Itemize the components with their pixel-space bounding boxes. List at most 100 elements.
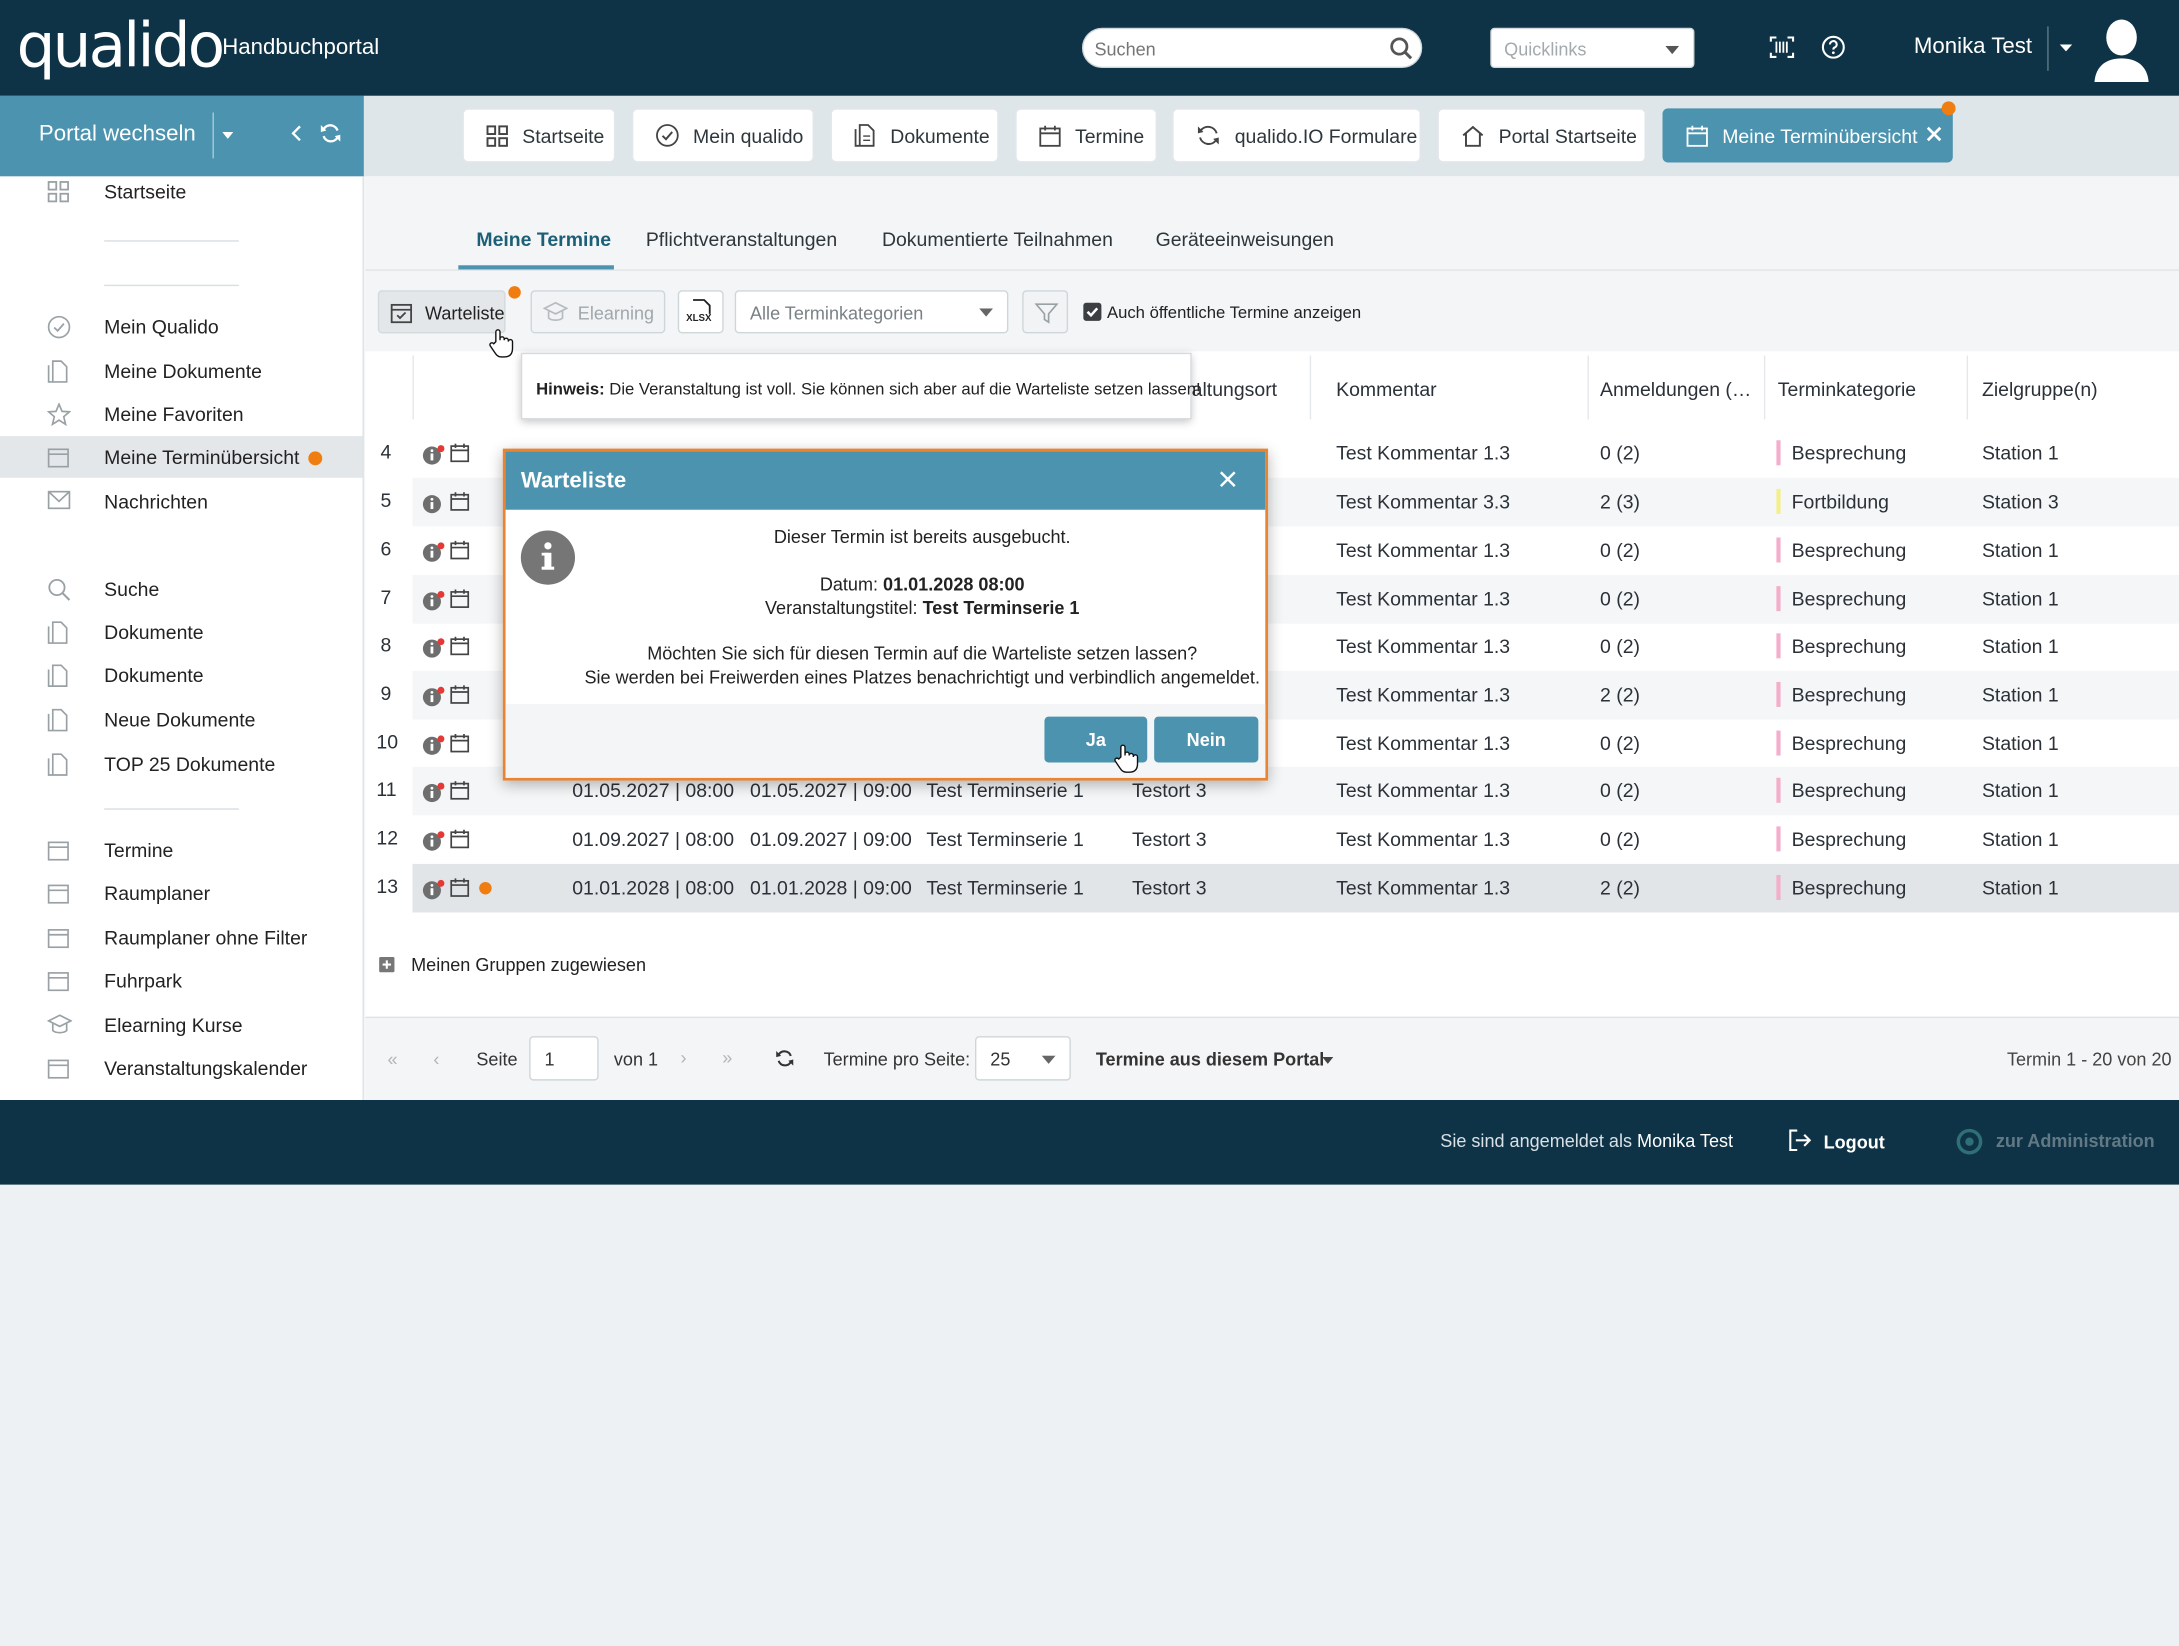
public-appointments-checkbox[interactable] [1083, 302, 1102, 321]
page-input[interactable]: 1 [529, 1036, 599, 1081]
cell-zielgruppe: Station 1 [1981, 634, 2059, 657]
info-icon[interactable] [422, 879, 445, 901]
info-icon[interactable] [422, 542, 445, 564]
sidebar-item-mein-qualido[interactable]: Mein Qualido [0, 306, 363, 348]
export-xlsx-button[interactable]: XLSX [677, 290, 724, 334]
tab-geraeteeinweisungen[interactable]: Geräteeinweisungen [1156, 228, 1334, 250]
elearning-button[interactable]: Elearning [530, 290, 666, 334]
column-header-zielgruppe[interactable]: Zielgruppe(n) [1982, 378, 2098, 400]
nav-qualido-io-formulare[interactable]: qualido.IO Formulare [1172, 108, 1421, 163]
close-icon[interactable] [1219, 471, 1236, 488]
sidebar-item-raumplaner-ohne-filter[interactable]: Raumplaner ohne Filter [0, 917, 363, 959]
logout-icon[interactable] [1788, 1129, 1813, 1152]
sidebar-item-elearning-kurse[interactable]: Elearning Kurse [0, 1004, 363, 1046]
calendar-icon[interactable] [450, 685, 470, 704]
column-header-anmeldungen[interactable]: Anmeldungen (… [1600, 378, 1751, 400]
sidebar-item-label: Fuhrpark [104, 969, 182, 992]
sidebar-item-fuhrpark[interactable]: Fuhrpark [0, 960, 363, 1002]
sidebar-item-meine-terminuebersicht[interactable]: Meine Terminübersicht [0, 436, 363, 478]
table-row[interactable]: 13 01.01.2028 | 08:00 01.01.2028 | 09:00 Te… [365, 863, 2179, 913]
last-page-icon[interactable]: » [722, 1047, 732, 1068]
collapse-sidebar-icon[interactable] [290, 124, 304, 143]
prev-page-icon[interactable]: ‹ [433, 1049, 439, 1070]
sidebar-item-suche[interactable]: Suche [0, 568, 363, 610]
expand-plus-icon[interactable] [379, 956, 395, 973]
group-row[interactable]: Meinen Gruppen zugewiesen [365, 943, 2179, 985]
column-header-ort[interactable]: altungsort [1192, 378, 1277, 400]
info-icon[interactable] [422, 686, 445, 708]
sidebar-item-neue-dokumente[interactable]: Neue Dokumente [0, 699, 363, 741]
sidebar-item-label: Dokumente [104, 663, 204, 687]
nav-mein-qualido[interactable]: Mein qualido [631, 108, 814, 163]
portal-title: Handbuchportal [222, 36, 380, 60]
tab-dokumentierte-teilnahmen[interactable]: Dokumentierte Teilnahmen [882, 228, 1113, 250]
info-icon[interactable] [422, 590, 445, 612]
sidebar-item-termine[interactable]: Termine [0, 829, 363, 871]
user-menu-chevron-icon[interactable] [2059, 44, 2073, 52]
cell-kommentar: Test Kommentar 1.3 [1336, 876, 1511, 899]
info-icon[interactable] [422, 831, 445, 853]
sidebar-item-meine-favoriten[interactable]: Meine Favoriten [0, 393, 363, 435]
nav-startseite[interactable]: Startseite [462, 108, 616, 163]
search-input[interactable] [1094, 38, 1373, 60]
info-icon[interactable] [422, 638, 445, 660]
chevron-down-icon[interactable] [1322, 1056, 1334, 1064]
sidebar-item-dokumente[interactable]: Dokumente [0, 611, 363, 653]
refresh-icon[interactable] [319, 122, 341, 144]
sidebar-item-veranstaltungskalender[interactable]: Veranstaltungskalender [0, 1047, 363, 1089]
sidebar-item-top-25-dokumente[interactable]: TOP 25 Dokumente [0, 743, 363, 785]
next-page-icon[interactable]: › [681, 1047, 687, 1068]
sidebar-item-startseite[interactable]: Startseite [0, 176, 363, 212]
info-icon[interactable] [422, 493, 444, 515]
avatar[interactable] [2092, 15, 2152, 82]
sidebar-item-raumplaner[interactable]: Raumplaner [0, 872, 363, 914]
help-icon[interactable] [1821, 35, 1846, 60]
notification-dot [508, 286, 521, 299]
nav-meine-terminuebersicht[interactable]: Meine Terminübersicht [1662, 101, 1956, 163]
admin-link[interactable]: zur Administration [1996, 1131, 2155, 1152]
calendar-check-icon [390, 301, 413, 324]
warteliste-button[interactable]: Warteliste [377, 286, 521, 334]
quicklinks-select[interactable]: Quicklinks [1490, 27, 1695, 69]
calendar-icon[interactable] [450, 443, 470, 463]
close-tab-icon[interactable] [1926, 126, 1942, 142]
no-button[interactable]: Nein [1154, 716, 1259, 763]
sidebar-item-nachrichten[interactable]: Nachrichten [0, 481, 363, 523]
calendar-icon[interactable] [450, 829, 470, 849]
public-appointments-label[interactable]: Auch öffentliche Termine anzeigen [1107, 303, 1361, 322]
table-row[interactable]: 12 01.09.2027 | 08:00 01.09.2027 | 09:00 Te… [365, 815, 2179, 864]
per-page-select[interactable]: 25 [975, 1036, 1071, 1081]
calendar-icon[interactable] [450, 492, 470, 511]
calendar-icon[interactable] [450, 540, 470, 560]
filter-button[interactable] [1022, 290, 1069, 334]
nav-dokumente[interactable]: Dokumente [830, 108, 999, 163]
column-header-terminkategorie[interactable]: Terminkategorie [1778, 378, 1916, 400]
category-select[interactable]: Alle Terminkategorien [734, 290, 1009, 334]
search-box[interactable] [1081, 27, 1423, 69]
sidebar-item-dokumente[interactable]: Dokumente [0, 654, 363, 696]
refresh-icon[interactable] [775, 1049, 794, 1068]
info-icon[interactable] [422, 735, 445, 757]
info-icon[interactable] [422, 444, 445, 466]
nav-termine[interactable]: Termine [1015, 108, 1157, 163]
user-name[interactable]: Monika Test [1914, 35, 2032, 60]
column-header-kommentar[interactable]: Kommentar [1336, 378, 1437, 400]
portal-switch-label[interactable]: Portal wechseln [39, 122, 196, 147]
calendar-icon[interactable] [450, 878, 470, 897]
nav-portal-startseite[interactable]: Portal Startseite [1437, 108, 1646, 163]
source-select[interactable]: Termine aus diesem Portal [1096, 1049, 1324, 1070]
sidebar-item-meine-dokumente[interactable]: Meine Dokumente [0, 350, 363, 392]
calendar-icon[interactable] [450, 589, 470, 608]
qualido-logo[interactable]: qualido [17, 8, 225, 86]
barcode-scan-icon[interactable] [1769, 36, 1795, 58]
logout-link[interactable]: Logout [1824, 1132, 1885, 1153]
first-page-icon[interactable]: « [388, 1049, 398, 1070]
calendar-icon[interactable] [450, 636, 470, 656]
calendar-icon[interactable] [450, 781, 470, 800]
search-icon[interactable] [1389, 36, 1414, 61]
info-icon[interactable] [422, 782, 445, 804]
tab-meine-termine[interactable]: Meine Termine [476, 228, 611, 250]
portal-switch-chevron-icon[interactable] [222, 131, 234, 139]
calendar-icon[interactable] [450, 733, 470, 753]
tab-pflichtveranstaltungen[interactable]: Pflichtveranstaltungen [646, 228, 837, 250]
